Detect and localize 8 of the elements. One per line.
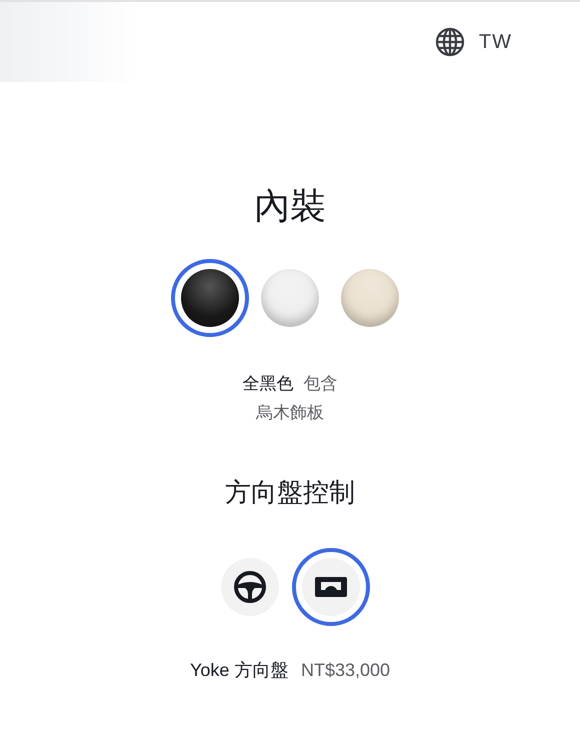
steering-caption: Yoke 方向盤 NT$33,000 [190,659,390,682]
steering-wheel-icon [232,570,266,604]
section-title: 方向盤控制 [225,476,355,509]
globe-icon [434,27,465,57]
region-label[interactable]: TW [478,30,512,54]
section-title: 內裝 [254,184,326,228]
interior-caption: 全黑色 包含烏木飾板 [241,373,339,424]
yoke-icon [314,576,348,598]
